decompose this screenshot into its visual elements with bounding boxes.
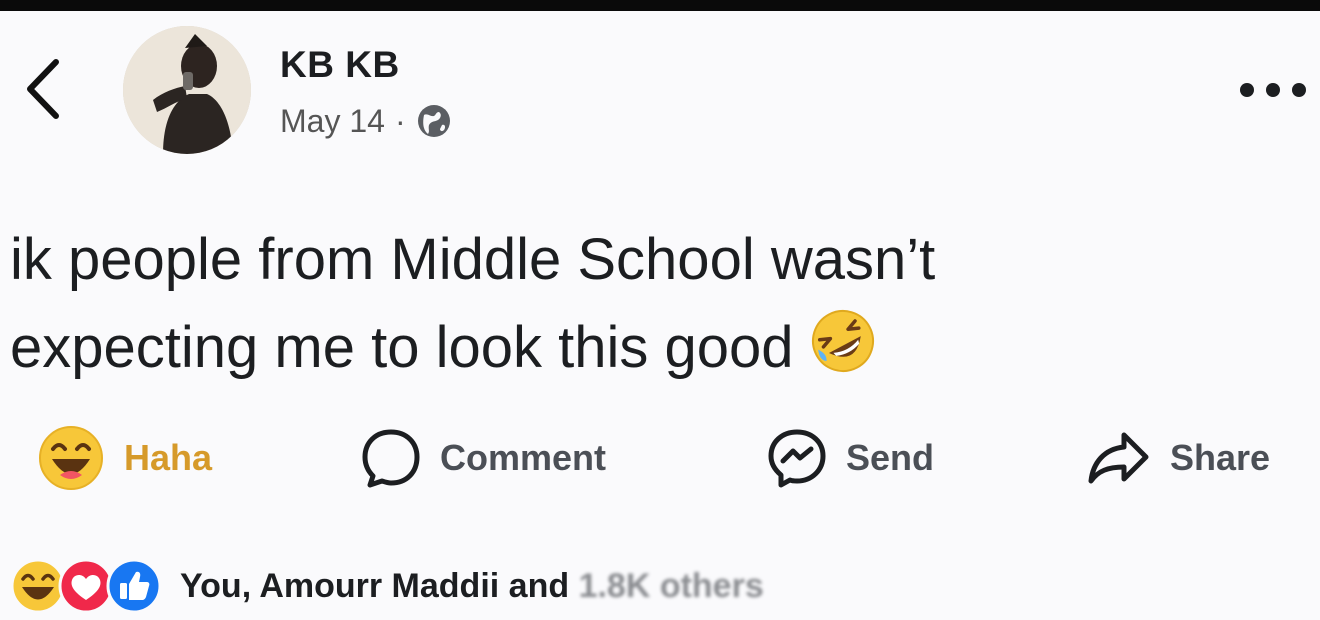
reaction-names: You, Amourr Maddii and [180,566,570,605]
comment-icon [362,429,420,488]
comment-label: Comment [440,437,607,478]
send-label: Send [846,437,935,478]
more-dot [1266,83,1280,97]
post-date[interactable]: May 14 [280,103,385,140]
globe-icon [417,105,450,137]
post-text: ik people from Middle School wasn’t expe… [10,216,1210,392]
chevron-left-icon [27,59,59,119]
like-icon [106,558,162,614]
reaction-summary-text: You, Amourr Maddii and 1.8K others [180,567,764,606]
haha-icon [39,426,103,490]
post-text-line-2: expecting me to look this good [10,304,1210,392]
reaction-others-count: 1.8K others [578,566,764,605]
haha-reaction-button[interactable]: Haha [38,420,212,496]
more-dot [1240,83,1254,97]
author-name[interactable]: KB KB [280,44,400,86]
messenger-icon [768,429,826,488]
share-button[interactable]: Share [1086,420,1270,496]
back-button[interactable] [22,56,66,122]
profile-photo [123,26,251,154]
send-button[interactable]: Send [766,420,934,496]
avatar[interactable] [123,26,251,154]
more-options-button[interactable] [1240,78,1306,102]
more-dot [1292,83,1306,97]
haha-label: Haha [124,437,213,478]
share-label: Share [1170,437,1271,478]
post-text-line-1: ik people from Middle School wasn’t [10,227,936,292]
comment-button[interactable]: Comment [360,420,606,496]
reaction-icons [10,558,170,614]
status-bar [0,0,1320,11]
reaction-summary[interactable]: You, Amourr Maddii and 1.8K others [10,554,764,618]
post-text-line-2-text: expecting me to look this good [10,315,794,380]
rolling-on-floor-laughing-icon [812,309,875,372]
share-arrow-icon [1088,432,1149,484]
separator-dot: · [394,102,406,139]
post-meta: May 14 · [280,101,452,141]
